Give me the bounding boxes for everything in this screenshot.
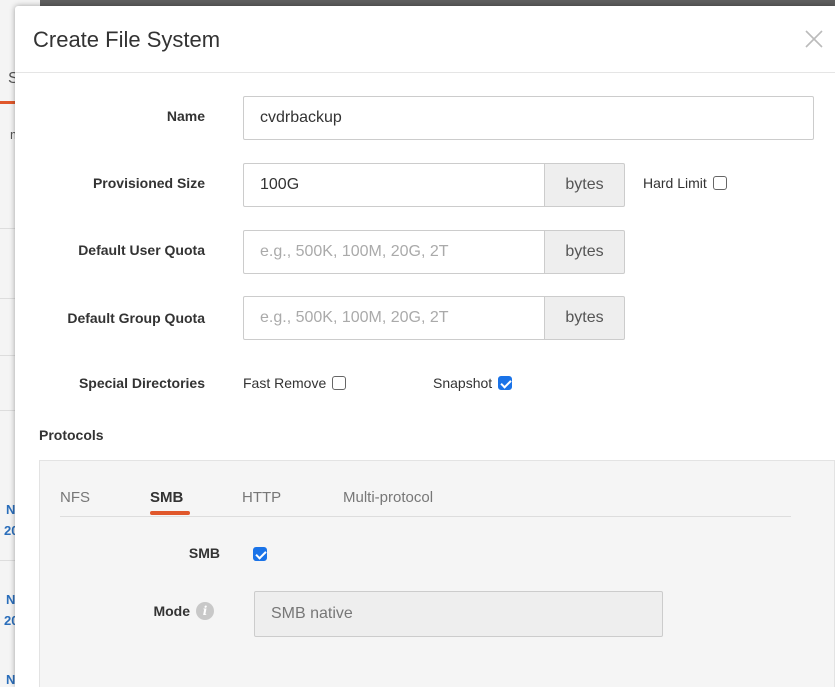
default-user-quota-unit: bytes: [545, 230, 625, 274]
mode-label: Mode: [153, 603, 190, 619]
snapshot-checkbox[interactable]: [498, 376, 513, 390]
create-file-system-dialog: Create File System Name Provisioned Size…: [15, 6, 835, 687]
dialog-header: Create File System: [15, 6, 835, 73]
tab-http[interactable]: HTTP: [242, 489, 281, 506]
name-input[interactable]: [243, 96, 814, 140]
provisioned-size-unit: bytes: [545, 163, 625, 207]
tab-smb[interactable]: SMB: [150, 489, 183, 506]
info-icon[interactable]: i: [196, 602, 214, 620]
default-group-quota-input[interactable]: [243, 296, 545, 340]
close-icon[interactable]: [803, 28, 825, 50]
default-user-quota-label: Default User Quota: [78, 242, 205, 258]
smb-mode-value: SMB native: [271, 605, 353, 622]
special-directories-label: Special Directories: [78, 375, 205, 391]
mode-label-group: Mode i: [40, 602, 214, 620]
fast-remove-option[interactable]: Fast Remove: [243, 375, 347, 391]
hard-limit-checkbox[interactable]: [712, 176, 727, 190]
default-group-quota-unit: bytes: [545, 296, 625, 340]
background-fragment: N: [6, 672, 16, 687]
smb-enable-checkbox[interactable]: [253, 547, 267, 561]
protocols-title: Protocols: [39, 427, 104, 443]
provisioned-size-input[interactable]: [243, 163, 545, 207]
tab-multi-protocol[interactable]: Multi-protocol: [343, 489, 433, 506]
hard-limit-option[interactable]: Hard Limit: [643, 175, 727, 191]
provisioned-size-label: Provisioned Size: [92, 175, 205, 191]
protocol-tabs: NFS SMB HTTP Multi-protocol: [60, 461, 791, 517]
name-label: Name: [166, 108, 205, 124]
default-group-quota-label: Default Group Quota: [67, 310, 205, 326]
snapshot-label: Snapshot: [433, 375, 493, 391]
hard-limit-label: Hard Limit: [643, 175, 707, 191]
protocols-panel: NFS SMB HTTP Multi-protocol SMB Mode i S…: [39, 460, 835, 687]
background-fragment: N: [6, 592, 16, 607]
fast-remove-label: Fast Remove: [243, 375, 327, 391]
smb-mode-select: SMB native: [254, 591, 663, 637]
default-user-quota-input[interactable]: [243, 230, 545, 274]
active-tab-indicator: [150, 511, 190, 515]
background-fragment: N: [6, 502, 16, 517]
fast-remove-checkbox[interactable]: [332, 376, 347, 390]
snapshot-option[interactable]: Snapshot: [433, 375, 513, 391]
dialog-title: Create File System: [33, 27, 221, 52]
tab-nfs[interactable]: NFS: [60, 489, 90, 506]
smb-enable-label: SMB: [188, 545, 220, 561]
